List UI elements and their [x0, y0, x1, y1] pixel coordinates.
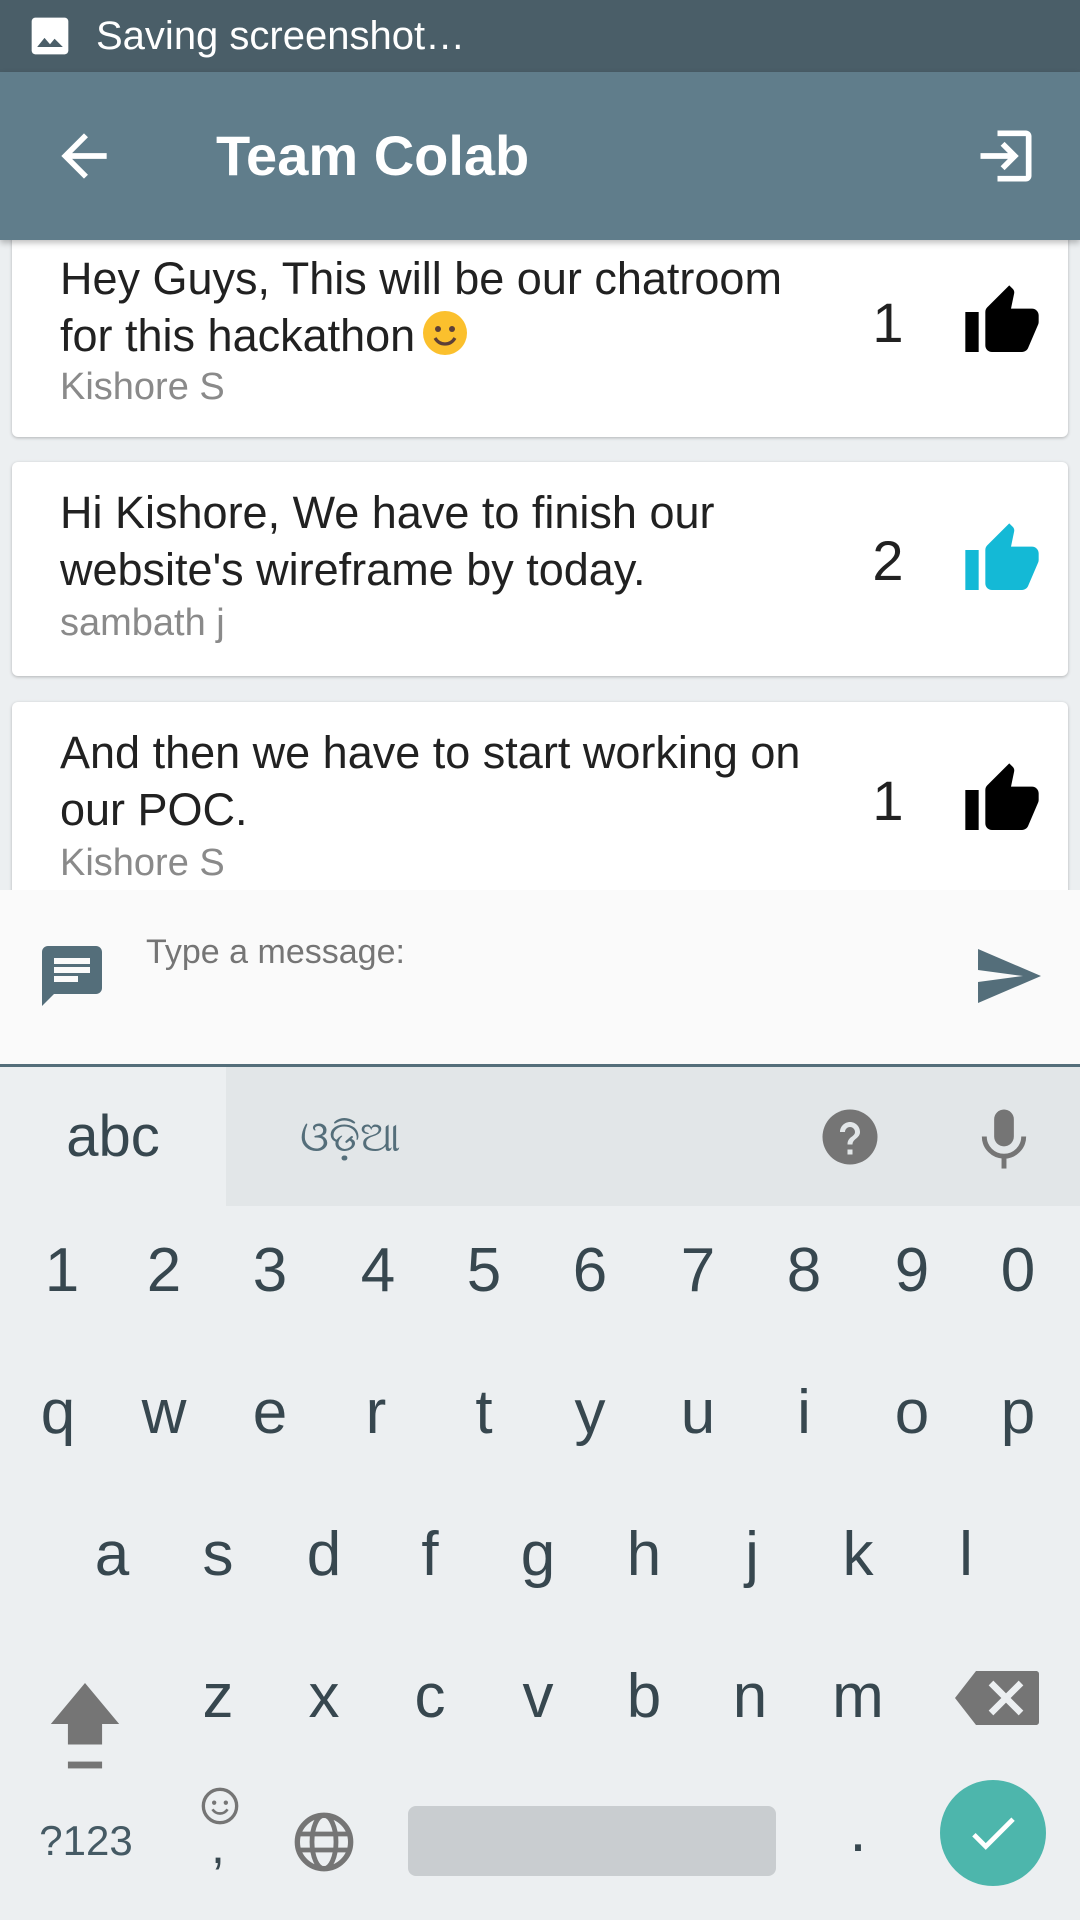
like-count: 2 [872, 529, 904, 592]
message-card: And then we have to start working on our… [12, 702, 1068, 890]
page-title: Team Colab [216, 124, 530, 187]
keyboard-mode-abc[interactable]: abc [0, 1067, 226, 1206]
key-w[interactable]: w [114, 1358, 214, 1468]
key-r[interactable]: r [326, 1358, 426, 1468]
key-o[interactable]: o [862, 1358, 962, 1468]
key-e[interactable]: e [220, 1358, 320, 1468]
checkmark-icon [972, 1817, 1015, 1850]
chat-bubble-icon [42, 946, 102, 1006]
key-i[interactable]: i [754, 1358, 854, 1468]
key-b[interactable]: b [594, 1642, 694, 1752]
help-icon[interactable] [820, 1107, 880, 1167]
arrow-back-icon[interactable] [50, 122, 118, 190]
message-input[interactable] [144, 926, 948, 978]
key-u[interactable]: u [648, 1358, 748, 1468]
keyboard-suggestion-bar: abc ଓଡ଼ିଆ [0, 1067, 1080, 1206]
key-n[interactable]: n [700, 1642, 800, 1752]
message-card: Hey Guys, This will be our chatroom for … [12, 240, 1068, 437]
key-c[interactable]: c [380, 1642, 480, 1752]
key-z[interactable]: z [168, 1642, 268, 1752]
key-v[interactable]: v [488, 1642, 588, 1752]
key-k[interactable]: k [808, 1500, 908, 1610]
key-f[interactable]: f [380, 1500, 480, 1610]
message-text: And then we have to start working on our… [60, 727, 801, 835]
key-g[interactable]: g [488, 1500, 588, 1610]
message-list[interactable]: Hey Guys, This will be our chatroom for … [0, 240, 1080, 890]
key-symbols[interactable]: ?123 [28, 1786, 144, 1896]
key-8[interactable]: 8 [754, 1216, 854, 1326]
thumbs-up-icon[interactable] [962, 282, 1042, 362]
key-period[interactable]: . [808, 1776, 908, 1886]
backspace-icon[interactable] [952, 1668, 1042, 1728]
image-icon [31, 17, 69, 55]
app-bar: Team Colab [0, 72, 1080, 240]
key-0[interactable]: 0 [968, 1216, 1068, 1326]
thumbs-up-icon[interactable] [962, 760, 1042, 840]
space-bar[interactable] [408, 1806, 776, 1876]
message-author: Kishore S [60, 842, 225, 884]
key-x[interactable]: x [274, 1642, 374, 1752]
key-comma[interactable]: , [168, 1806, 268, 1886]
exit-icon[interactable] [972, 122, 1040, 190]
keyboard-mode-odia[interactable]: ଓଡ଼ିଆ [300, 1067, 401, 1206]
message-author: sambath j [60, 602, 225, 644]
key-l[interactable]: l [916, 1500, 1016, 1610]
message-text: Hi Kishore, We have to finish our websit… [60, 487, 715, 595]
key-5[interactable]: 5 [434, 1216, 534, 1326]
keyboard: 1 2 3 4 5 6 7 8 9 0 q w e r t y u i o p … [0, 1206, 1080, 1920]
like-count: 1 [872, 769, 904, 832]
key-p[interactable]: p [968, 1358, 1068, 1468]
key-h[interactable]: h [594, 1500, 694, 1610]
status-text: Saving screenshot… [96, 13, 466, 58]
key-m[interactable]: m [808, 1642, 908, 1752]
thumbs-up-icon[interactable] [962, 520, 1042, 600]
globe-icon[interactable] [292, 1810, 356, 1874]
key-6[interactable]: 6 [540, 1216, 640, 1326]
message-text: Hey Guys, This will be our chatroom for … [60, 253, 782, 361]
microphone-icon[interactable] [978, 1107, 1030, 1171]
smiley-emoji-icon [423, 311, 468, 355]
key-3[interactable]: 3 [220, 1216, 320, 1326]
message-author: Kishore S [60, 366, 225, 408]
message-composer [0, 890, 1080, 1067]
shift-icon[interactable] [44, 1676, 126, 1772]
key-a[interactable]: a [62, 1500, 162, 1610]
key-1[interactable]: 1 [12, 1216, 112, 1326]
key-y[interactable]: y [540, 1358, 640, 1468]
key-2[interactable]: 2 [114, 1216, 214, 1326]
enter-button[interactable] [940, 1780, 1046, 1886]
key-s[interactable]: s [168, 1500, 268, 1610]
send-icon[interactable] [972, 940, 1044, 1012]
message-card: Hi Kishore, We have to finish our websit… [12, 462, 1068, 676]
key-d[interactable]: d [274, 1500, 374, 1610]
key-t[interactable]: t [434, 1358, 534, 1468]
key-j[interactable]: j [702, 1500, 802, 1610]
like-count: 1 [872, 291, 904, 354]
status-bar: Saving screenshot… [0, 0, 1080, 72]
key-4[interactable]: 4 [328, 1216, 428, 1326]
key-q[interactable]: q [8, 1358, 108, 1468]
key-9[interactable]: 9 [862, 1216, 962, 1326]
key-7[interactable]: 7 [648, 1216, 748, 1326]
